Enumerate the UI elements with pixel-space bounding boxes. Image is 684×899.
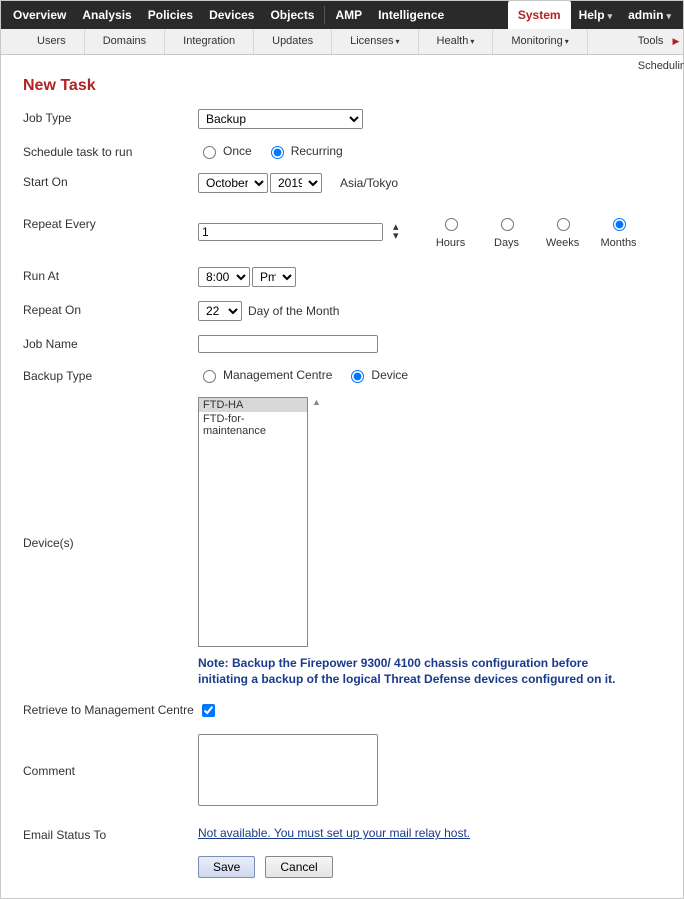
devices-label: Device(s) bbox=[23, 534, 198, 550]
repeat-on-label: Repeat On bbox=[23, 301, 198, 317]
cancel-button[interactable]: Cancel bbox=[265, 856, 332, 878]
tab-integration[interactable]: Integration bbox=[165, 29, 254, 54]
nav-overview[interactable]: Overview bbox=[5, 1, 74, 29]
device-option[interactable]: FTD-for-maintenance bbox=[199, 412, 307, 438]
run-at-ampm-select[interactable]: Pm bbox=[252, 267, 296, 287]
run-at-hour-select[interactable]: 8:00 bbox=[198, 267, 250, 287]
tab-health[interactable]: Health▾ bbox=[419, 29, 494, 54]
repeat-on-day-select[interactable]: 22 bbox=[198, 301, 242, 321]
job-name-input[interactable] bbox=[198, 335, 378, 353]
schedule-label: Schedule task to run bbox=[23, 143, 198, 159]
job-type-select[interactable]: Backup bbox=[198, 109, 363, 129]
stepper-down-icon[interactable]: ▾ bbox=[393, 232, 399, 241]
backup-type-label: Backup Type bbox=[23, 367, 198, 383]
schedule-once-radio[interactable]: Once bbox=[198, 143, 252, 159]
comment-label: Comment bbox=[23, 762, 198, 778]
breadcrumb-current[interactable]: Scheduling bbox=[638, 60, 684, 72]
backup-mgmt-radio[interactable]: Management Centre bbox=[198, 367, 332, 383]
nav-system[interactable]: System bbox=[508, 1, 571, 29]
nav-amp[interactable]: AMP bbox=[327, 1, 370, 29]
unit-months-label: Months bbox=[591, 237, 647, 249]
nav-intelligence[interactable]: Intelligence bbox=[370, 1, 452, 29]
nav-objects[interactable]: Objects bbox=[262, 1, 322, 29]
nav-devices[interactable]: Devices bbox=[201, 1, 262, 29]
email-relay-link[interactable]: Not available. You must set up your mail… bbox=[198, 826, 470, 840]
save-button[interactable]: Save bbox=[198, 856, 255, 878]
devices-note: Note: Backup the Firepower 9300/ 4100 ch… bbox=[198, 655, 638, 687]
unit-months-radio[interactable] bbox=[613, 218, 626, 231]
retrieve-label: Retrieve to Management Centre bbox=[23, 701, 198, 717]
nav-policies[interactable]: Policies bbox=[140, 1, 201, 29]
repeat-stepper[interactable]: ▴ ▾ bbox=[393, 223, 399, 241]
run-at-label: Run At bbox=[23, 267, 198, 283]
timezone-text: Asia/Tokyo bbox=[340, 176, 398, 190]
breadcrumb-root[interactable]: Tools bbox=[638, 35, 664, 47]
repeat-every-label: Repeat Every bbox=[23, 215, 198, 231]
unit-hours-label: Hours bbox=[423, 237, 479, 249]
device-option[interactable]: FTD-HA bbox=[199, 398, 307, 412]
comment-textarea[interactable] bbox=[198, 734, 378, 806]
repeat-on-suffix: Day of the Month bbox=[248, 304, 339, 318]
unit-weeks-radio[interactable] bbox=[557, 218, 570, 231]
unit-weeks-label: Weeks bbox=[535, 237, 591, 249]
chevron-right-icon: ▶ bbox=[672, 36, 679, 46]
breadcrumb: Tools ▶ Scheduling ⟳ bbox=[624, 29, 684, 54]
sub-nav: Users Domains Integration Updates Licens… bbox=[1, 29, 683, 55]
top-nav: Overview Analysis Policies Devices Objec… bbox=[1, 1, 683, 29]
devices-listbox[interactable]: FTD-HA FTD-for-maintenance bbox=[198, 397, 308, 647]
job-type-label: Job Type bbox=[23, 109, 198, 125]
start-year-select[interactable]: 2019 bbox=[270, 173, 322, 193]
tab-users[interactable]: Users bbox=[19, 29, 85, 54]
backup-device-radio[interactable]: Device bbox=[346, 367, 408, 383]
scroll-up-icon[interactable]: ▲ bbox=[312, 397, 321, 407]
retrieve-checkbox[interactable] bbox=[202, 704, 215, 717]
tab-monitoring[interactable]: Monitoring▾ bbox=[493, 29, 587, 54]
start-on-label: Start On bbox=[23, 173, 198, 189]
form-body: New Task Job Type Backup Schedule task t… bbox=[1, 55, 683, 898]
tab-updates[interactable]: Updates bbox=[254, 29, 332, 54]
nav-help[interactable]: Help▾ bbox=[571, 1, 621, 30]
job-name-label: Job Name bbox=[23, 335, 198, 351]
email-label: Email Status To bbox=[23, 826, 198, 842]
schedule-recurring-radio[interactable]: Recurring bbox=[266, 143, 343, 159]
unit-hours-radio[interactable] bbox=[445, 218, 458, 231]
nav-admin[interactable]: admin▾ bbox=[620, 1, 679, 30]
unit-days-label: Days bbox=[479, 237, 535, 249]
start-month-select[interactable]: October bbox=[198, 173, 268, 193]
page-title: New Task bbox=[23, 77, 663, 95]
unit-days-radio[interactable] bbox=[501, 218, 514, 231]
tab-licenses[interactable]: Licenses▾ bbox=[332, 29, 418, 54]
chevron-down-icon: ▾ bbox=[608, 11, 613, 21]
repeat-every-input[interactable] bbox=[198, 223, 383, 241]
nav-separator bbox=[324, 6, 325, 24]
chevron-down-icon: ▾ bbox=[666, 11, 671, 21]
nav-analysis[interactable]: Analysis bbox=[74, 1, 139, 29]
tab-domains[interactable]: Domains bbox=[85, 29, 165, 54]
